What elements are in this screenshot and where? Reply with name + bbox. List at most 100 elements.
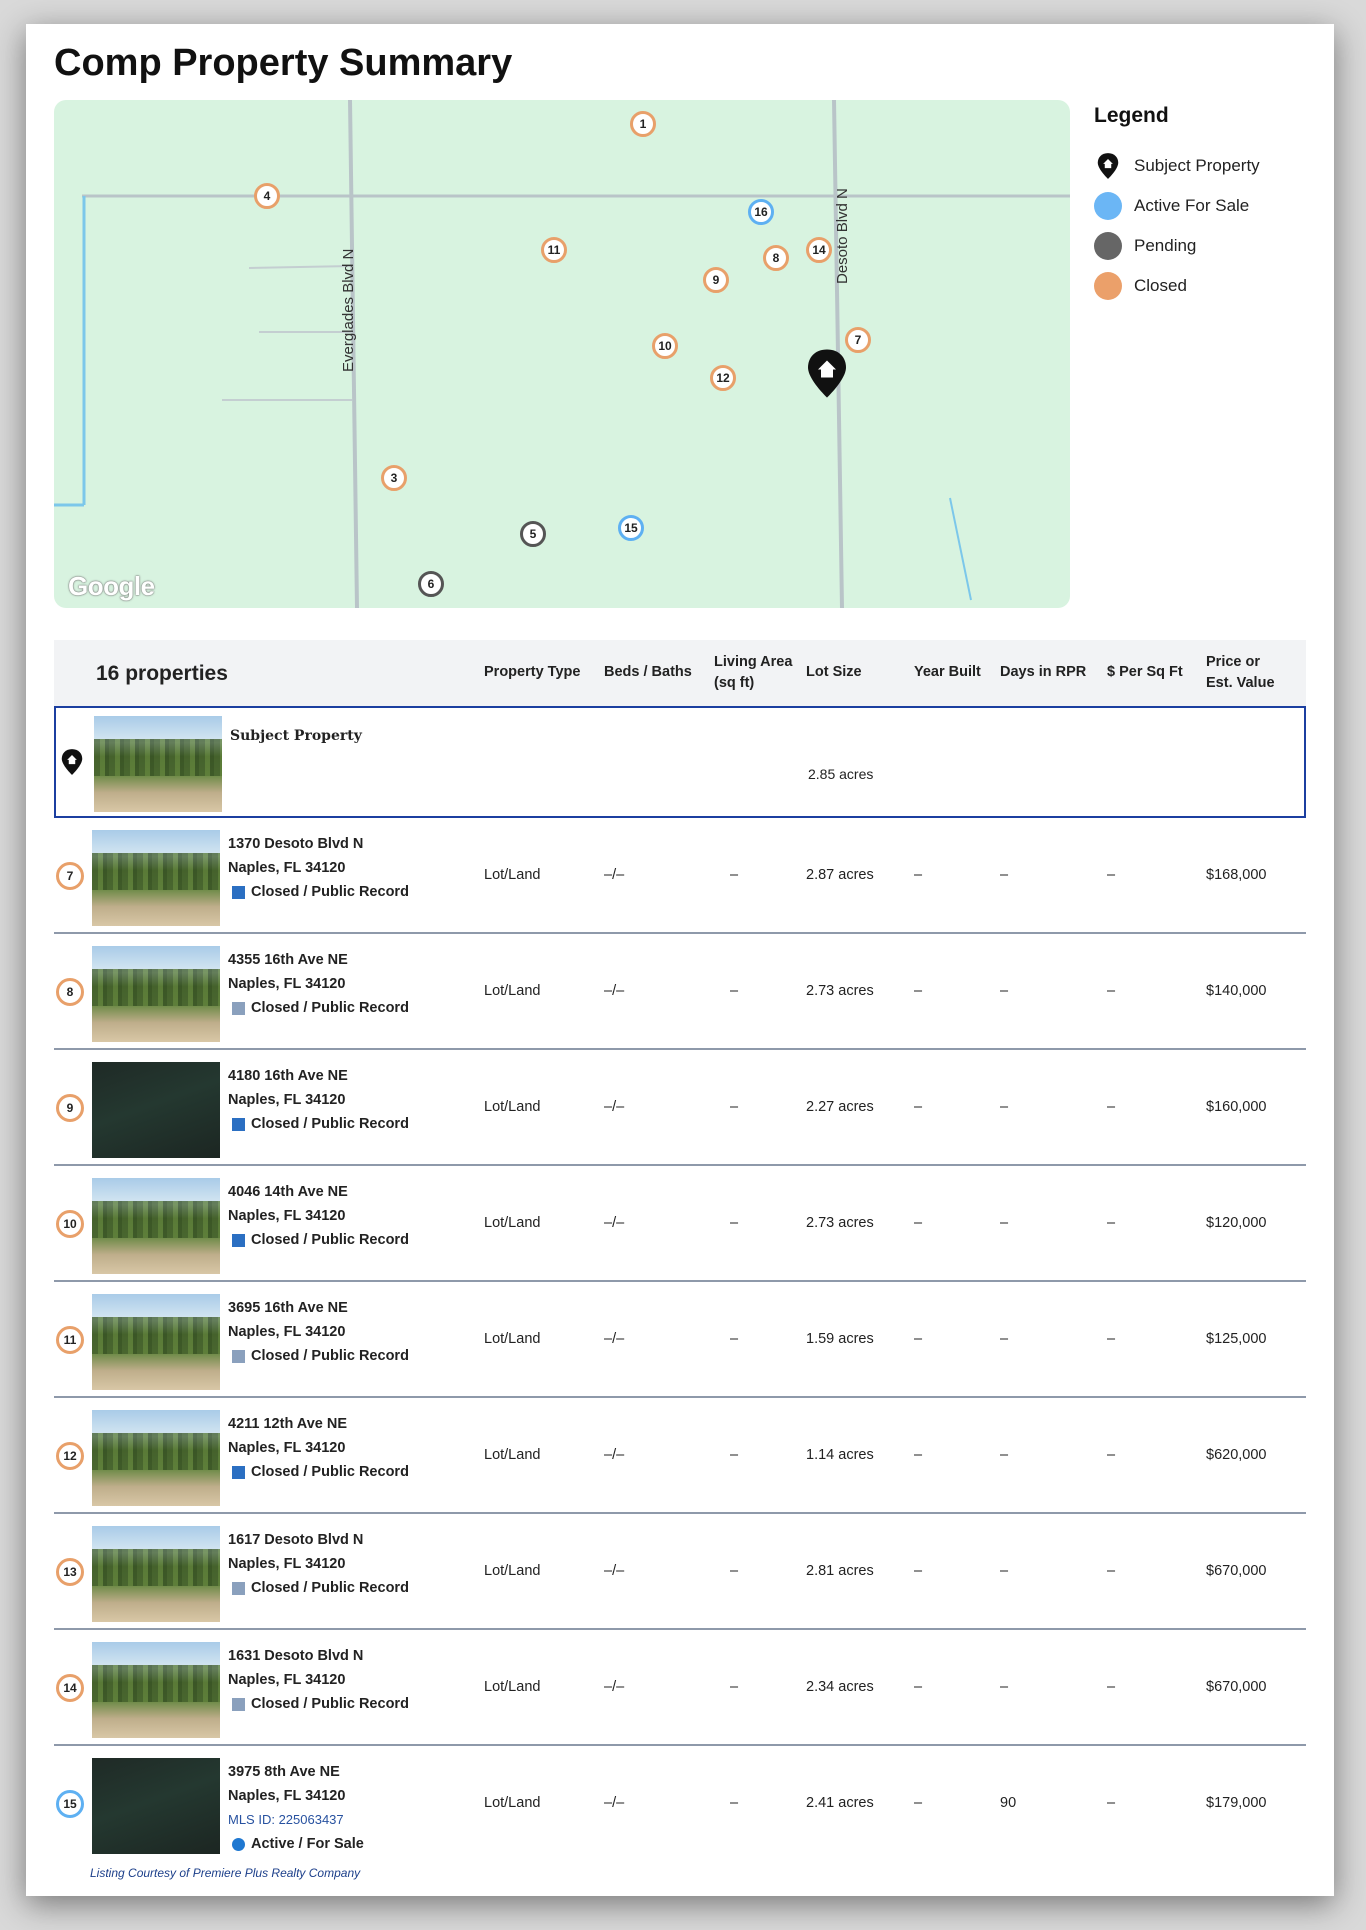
property-map[interactable]: Everglades Blvd N Desoto Blvd N 1 4 16 1… bbox=[54, 100, 1070, 608]
street-address[interactable]: 3975 8th Ave NE bbox=[228, 1760, 364, 1784]
property-photo[interactable] bbox=[92, 1642, 220, 1738]
street-address[interactable]: 4180 16th Ave NE bbox=[228, 1064, 409, 1088]
table-row[interactable]: 14 1631 Desoto Blvd N Naples, FL 34120 Clos… bbox=[54, 1630, 1306, 1746]
map-pin[interactable]: 4 bbox=[254, 183, 280, 209]
table-row[interactable]: 7 1370 Desoto Blvd N Naples, FL 34120 Close… bbox=[54, 818, 1306, 934]
cell-property-type: Lot/Land bbox=[484, 983, 541, 999]
property-count: 16 properties bbox=[96, 662, 228, 685]
cell-property-type: Lot/Land bbox=[484, 1215, 541, 1231]
city-state-zip: Naples, FL 34120 bbox=[228, 860, 346, 876]
cell-price-per-sqft: – bbox=[1107, 1563, 1116, 1579]
city-state-zip: Naples, FL 34120 bbox=[228, 976, 346, 992]
legend-item-active: Active For Sale bbox=[1094, 186, 1314, 226]
cell-living-area: – bbox=[730, 1331, 739, 1347]
map-pin[interactable]: 12 bbox=[710, 365, 736, 391]
city-state-zip: Naples, FL 34120 bbox=[228, 1672, 346, 1688]
comp-table: 16 properties Property Type Beds / Baths… bbox=[54, 640, 1306, 1896]
map-pin[interactable]: 10 bbox=[652, 333, 678, 359]
cell-price-per-sqft: – bbox=[1107, 1215, 1116, 1231]
property-photo[interactable] bbox=[92, 1410, 220, 1506]
property-address: 1617 Desoto Blvd N Naples, FL 34120 Closed… bbox=[228, 1528, 409, 1600]
map-pin[interactable]: 1 bbox=[630, 111, 656, 137]
map-pin[interactable]: 6 bbox=[418, 571, 444, 597]
cell-price-per-sqft: – bbox=[1107, 1447, 1116, 1463]
listing-courtesy: Listing Courtesy of Premiere Plus Realty… bbox=[90, 1866, 361, 1880]
street-address[interactable]: 1631 Desoto Blvd N bbox=[228, 1644, 409, 1668]
property-photo[interactable] bbox=[92, 1526, 220, 1622]
street-address[interactable]: 1370 Desoto Blvd N bbox=[228, 832, 409, 856]
legend-item-closed: Closed bbox=[1094, 266, 1314, 306]
property-photo[interactable] bbox=[92, 830, 220, 926]
property-address: 4355 16th Ave NE Naples, FL 34120 Closed /… bbox=[228, 948, 409, 1020]
cell-price-per-sqft: – bbox=[1107, 1099, 1116, 1115]
property-address: 3975 8th Ave NE Naples, FL 34120 MLS ID: 2… bbox=[228, 1760, 364, 1856]
listing-status: Closed / Public Record bbox=[228, 1692, 409, 1716]
table-row[interactable]: 8 4355 16th Ave NE Naples, FL 34120 Closed … bbox=[54, 934, 1306, 1050]
table-row[interactable]: 12 4211 12th Ave NE Naples, FL 34120 Closed… bbox=[54, 1398, 1306, 1514]
table-row[interactable]: 10 4046 14th Ave NE Naples, FL 34120 Closed… bbox=[54, 1166, 1306, 1282]
property-photo[interactable] bbox=[92, 1294, 220, 1390]
closed-status-icon bbox=[232, 885, 245, 899]
map-pin[interactable]: 9 bbox=[703, 267, 729, 293]
comp-number-badge: 9 bbox=[56, 1094, 84, 1122]
map-pin[interactable]: 5 bbox=[520, 521, 546, 547]
map-pin[interactable]: 15 bbox=[618, 515, 644, 541]
header-living-line2: (sq ft) bbox=[714, 675, 755, 691]
map-pin[interactable]: 3 bbox=[381, 465, 407, 491]
closed-status-icon bbox=[232, 1697, 245, 1711]
google-logo: Google bbox=[68, 571, 155, 601]
listing-status: Active / For Sale bbox=[228, 1832, 364, 1856]
cell-price: $120,000 bbox=[1206, 1215, 1267, 1231]
comp-number-badge: 7 bbox=[56, 862, 84, 890]
property-photo[interactable] bbox=[92, 1178, 220, 1274]
cell-year-built: – bbox=[914, 1447, 923, 1463]
cell-price: $670,000 bbox=[1206, 1563, 1267, 1579]
map-pin[interactable]: 16 bbox=[748, 199, 774, 225]
street-address[interactable]: 1617 Desoto Blvd N bbox=[228, 1528, 409, 1552]
cell-year-built: – bbox=[914, 867, 923, 883]
subject-property-marker[interactable] bbox=[805, 348, 849, 405]
cell-beds-baths: –/– bbox=[604, 983, 625, 999]
cell-living-area: – bbox=[730, 1795, 739, 1811]
header-property-type: Property Type bbox=[484, 664, 581, 681]
cell-price: $140,000 bbox=[1206, 983, 1267, 999]
cell-days-in-rpr: – bbox=[1000, 1563, 1009, 1579]
subject-lot-size: 2.85 acres bbox=[808, 766, 874, 782]
property-photo[interactable] bbox=[92, 946, 220, 1042]
cell-price: $179,000 bbox=[1206, 1795, 1267, 1811]
property-photo[interactable] bbox=[94, 716, 222, 812]
table-row[interactable]: 15 3975 8th Ave NE Naples, FL 34120 MLS ID:… bbox=[54, 1746, 1306, 1896]
cell-living-area: – bbox=[730, 1563, 739, 1579]
cell-lot-size: 2.87 acres bbox=[806, 867, 874, 883]
comp-number-badge: 13 bbox=[56, 1558, 84, 1586]
map-pin[interactable]: 8 bbox=[763, 245, 789, 271]
cell-days-in-rpr: – bbox=[1000, 983, 1009, 999]
status-text: Closed / Public Record bbox=[251, 884, 409, 900]
closed-status-icon bbox=[232, 1349, 245, 1363]
status-text: Closed / Public Record bbox=[251, 1116, 409, 1132]
comp-number-badge: 15 bbox=[56, 1790, 84, 1818]
cell-lot-size: 2.73 acres bbox=[806, 1215, 874, 1231]
cell-days-in-rpr: – bbox=[1000, 1215, 1009, 1231]
subject-row[interactable]: Subject Property 2.85 acres bbox=[54, 706, 1306, 818]
table-row[interactable]: 11 3695 16th Ave NE Naples, FL 34120 Closed… bbox=[54, 1282, 1306, 1398]
cell-property-type: Lot/Land bbox=[484, 1099, 541, 1115]
street-address[interactable]: 4046 14th Ave NE bbox=[228, 1180, 409, 1204]
cell-lot-size: 2.41 acres bbox=[806, 1795, 874, 1811]
property-photo[interactable] bbox=[92, 1758, 220, 1854]
street-address[interactable]: 4211 12th Ave NE bbox=[228, 1412, 409, 1436]
street-address[interactable]: 4355 16th Ave NE bbox=[228, 948, 409, 972]
map-pin[interactable]: 11 bbox=[541, 237, 567, 263]
table-row[interactable]: 9 4180 16th Ave NE Naples, FL 34120 Closed … bbox=[54, 1050, 1306, 1166]
cell-price: $125,000 bbox=[1206, 1331, 1267, 1347]
property-photo[interactable] bbox=[92, 1062, 220, 1158]
property-address: 4180 16th Ave NE Naples, FL 34120 Closed /… bbox=[228, 1064, 409, 1136]
table-row[interactable]: 13 1617 Desoto Blvd N Naples, FL 34120 Clos… bbox=[54, 1514, 1306, 1630]
street-address[interactable]: 3695 16th Ave NE bbox=[228, 1296, 409, 1320]
cell-price-per-sqft: – bbox=[1107, 867, 1116, 883]
closed-status-icon bbox=[232, 1581, 245, 1595]
city-state-zip: Naples, FL 34120 bbox=[228, 1092, 346, 1108]
map-pin[interactable]: 14 bbox=[806, 237, 832, 263]
cell-property-type: Lot/Land bbox=[484, 1563, 541, 1579]
closed-status-icon bbox=[232, 1001, 245, 1015]
